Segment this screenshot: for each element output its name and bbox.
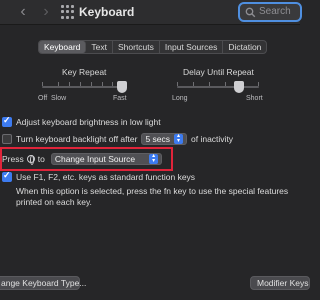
fn-keys-option[interactable]: Use F1, F2, etc. keys as standard functi… [2, 170, 196, 182]
back-arrow-icon[interactable]: ‹ [16, 3, 30, 21]
press-label: Press [2, 154, 24, 164]
chevron-updown-icon: ▴ ▾ [174, 133, 184, 144]
backlight-off-checkbox[interactable] [2, 134, 12, 144]
globe-action-popup[interactable]: Change Input Source ▴ ▾ [50, 153, 163, 165]
search-field[interactable]: Search [238, 2, 302, 22]
backlight-off-option: Turn keyboard backlight off after 5 secs… [2, 133, 233, 145]
backlight-timeout-popup[interactable]: 5 secs ▴ ▾ [141, 133, 188, 145]
key-repeat-off-label: Off [38, 95, 48, 102]
key-repeat-title: Key Repeat [62, 67, 107, 77]
search-icon [245, 7, 256, 18]
tab-bar: Keyboard Text Shortcuts Input Sources Di… [38, 40, 268, 54]
delay-until-repeat-title: Delay Until Repeat [183, 67, 254, 77]
fn-keys-label: Use F1, F2, etc. keys as standard functi… [16, 172, 196, 182]
tab-dictation[interactable]: Dictation [223, 41, 266, 53]
fn-keys-note: When this option is selected, press the … [16, 186, 289, 207]
globe-action-value: Change Input Source [54, 154, 136, 164]
adjust-brightness-label: Adjust keyboard brightness in low light [16, 117, 161, 127]
delay-long-label: Long [172, 95, 188, 102]
press-globe-option: Press to Change Input Source ▴ ▾ [2, 153, 166, 165]
modifier-keys-button[interactable]: Modifier Keys [250, 276, 310, 290]
forward-arrow-icon[interactable]: › [39, 3, 53, 21]
change-keyboard-type-button[interactable]: ange Keyboard Type... [0, 276, 86, 290]
adjust-brightness-checkbox[interactable] [2, 115, 12, 127]
key-repeat-slider-knob[interactable] [117, 81, 127, 93]
search-placeholder: Search [259, 6, 291, 17]
adjust-brightness-option[interactable]: Adjust keyboard brightness in low light [2, 115, 161, 127]
key-repeat-ticks [42, 82, 122, 92]
tab-input-sources[interactable]: Input Sources [160, 41, 224, 53]
key-repeat-fast-label: Fast [113, 95, 127, 102]
tab-text[interactable]: Text [86, 41, 113, 53]
fn-keys-checkbox[interactable] [2, 170, 12, 182]
keyboard-preferences-window: ‹ › Keyboard Search Keyboard Text Shortc… [0, 0, 310, 300]
window-title: Keyboard [79, 5, 135, 19]
titlebar: ‹ › Keyboard Search [0, 0, 302, 25]
globe-icon [26, 155, 35, 165]
chevron-updown-icon: ▴ ▾ [149, 153, 159, 164]
tab-shortcuts[interactable]: Shortcuts [113, 41, 160, 53]
delay-until-repeat-ticks [177, 82, 259, 92]
key-repeat-slow-label: Slow [51, 95, 67, 102]
backlight-inactivity-label: of inactivity [191, 134, 234, 144]
tab-keyboard[interactable]: Keyboard [39, 41, 87, 53]
show-all-grid-icon[interactable] [61, 5, 75, 19]
to-label: to [37, 154, 45, 164]
backlight-timeout-value: 5 secs [145, 134, 171, 144]
delay-short-label: Short [246, 95, 263, 102]
backlight-off-label: Turn keyboard backlight off after [16, 134, 138, 144]
delay-until-repeat-slider-knob[interactable] [233, 81, 244, 93]
